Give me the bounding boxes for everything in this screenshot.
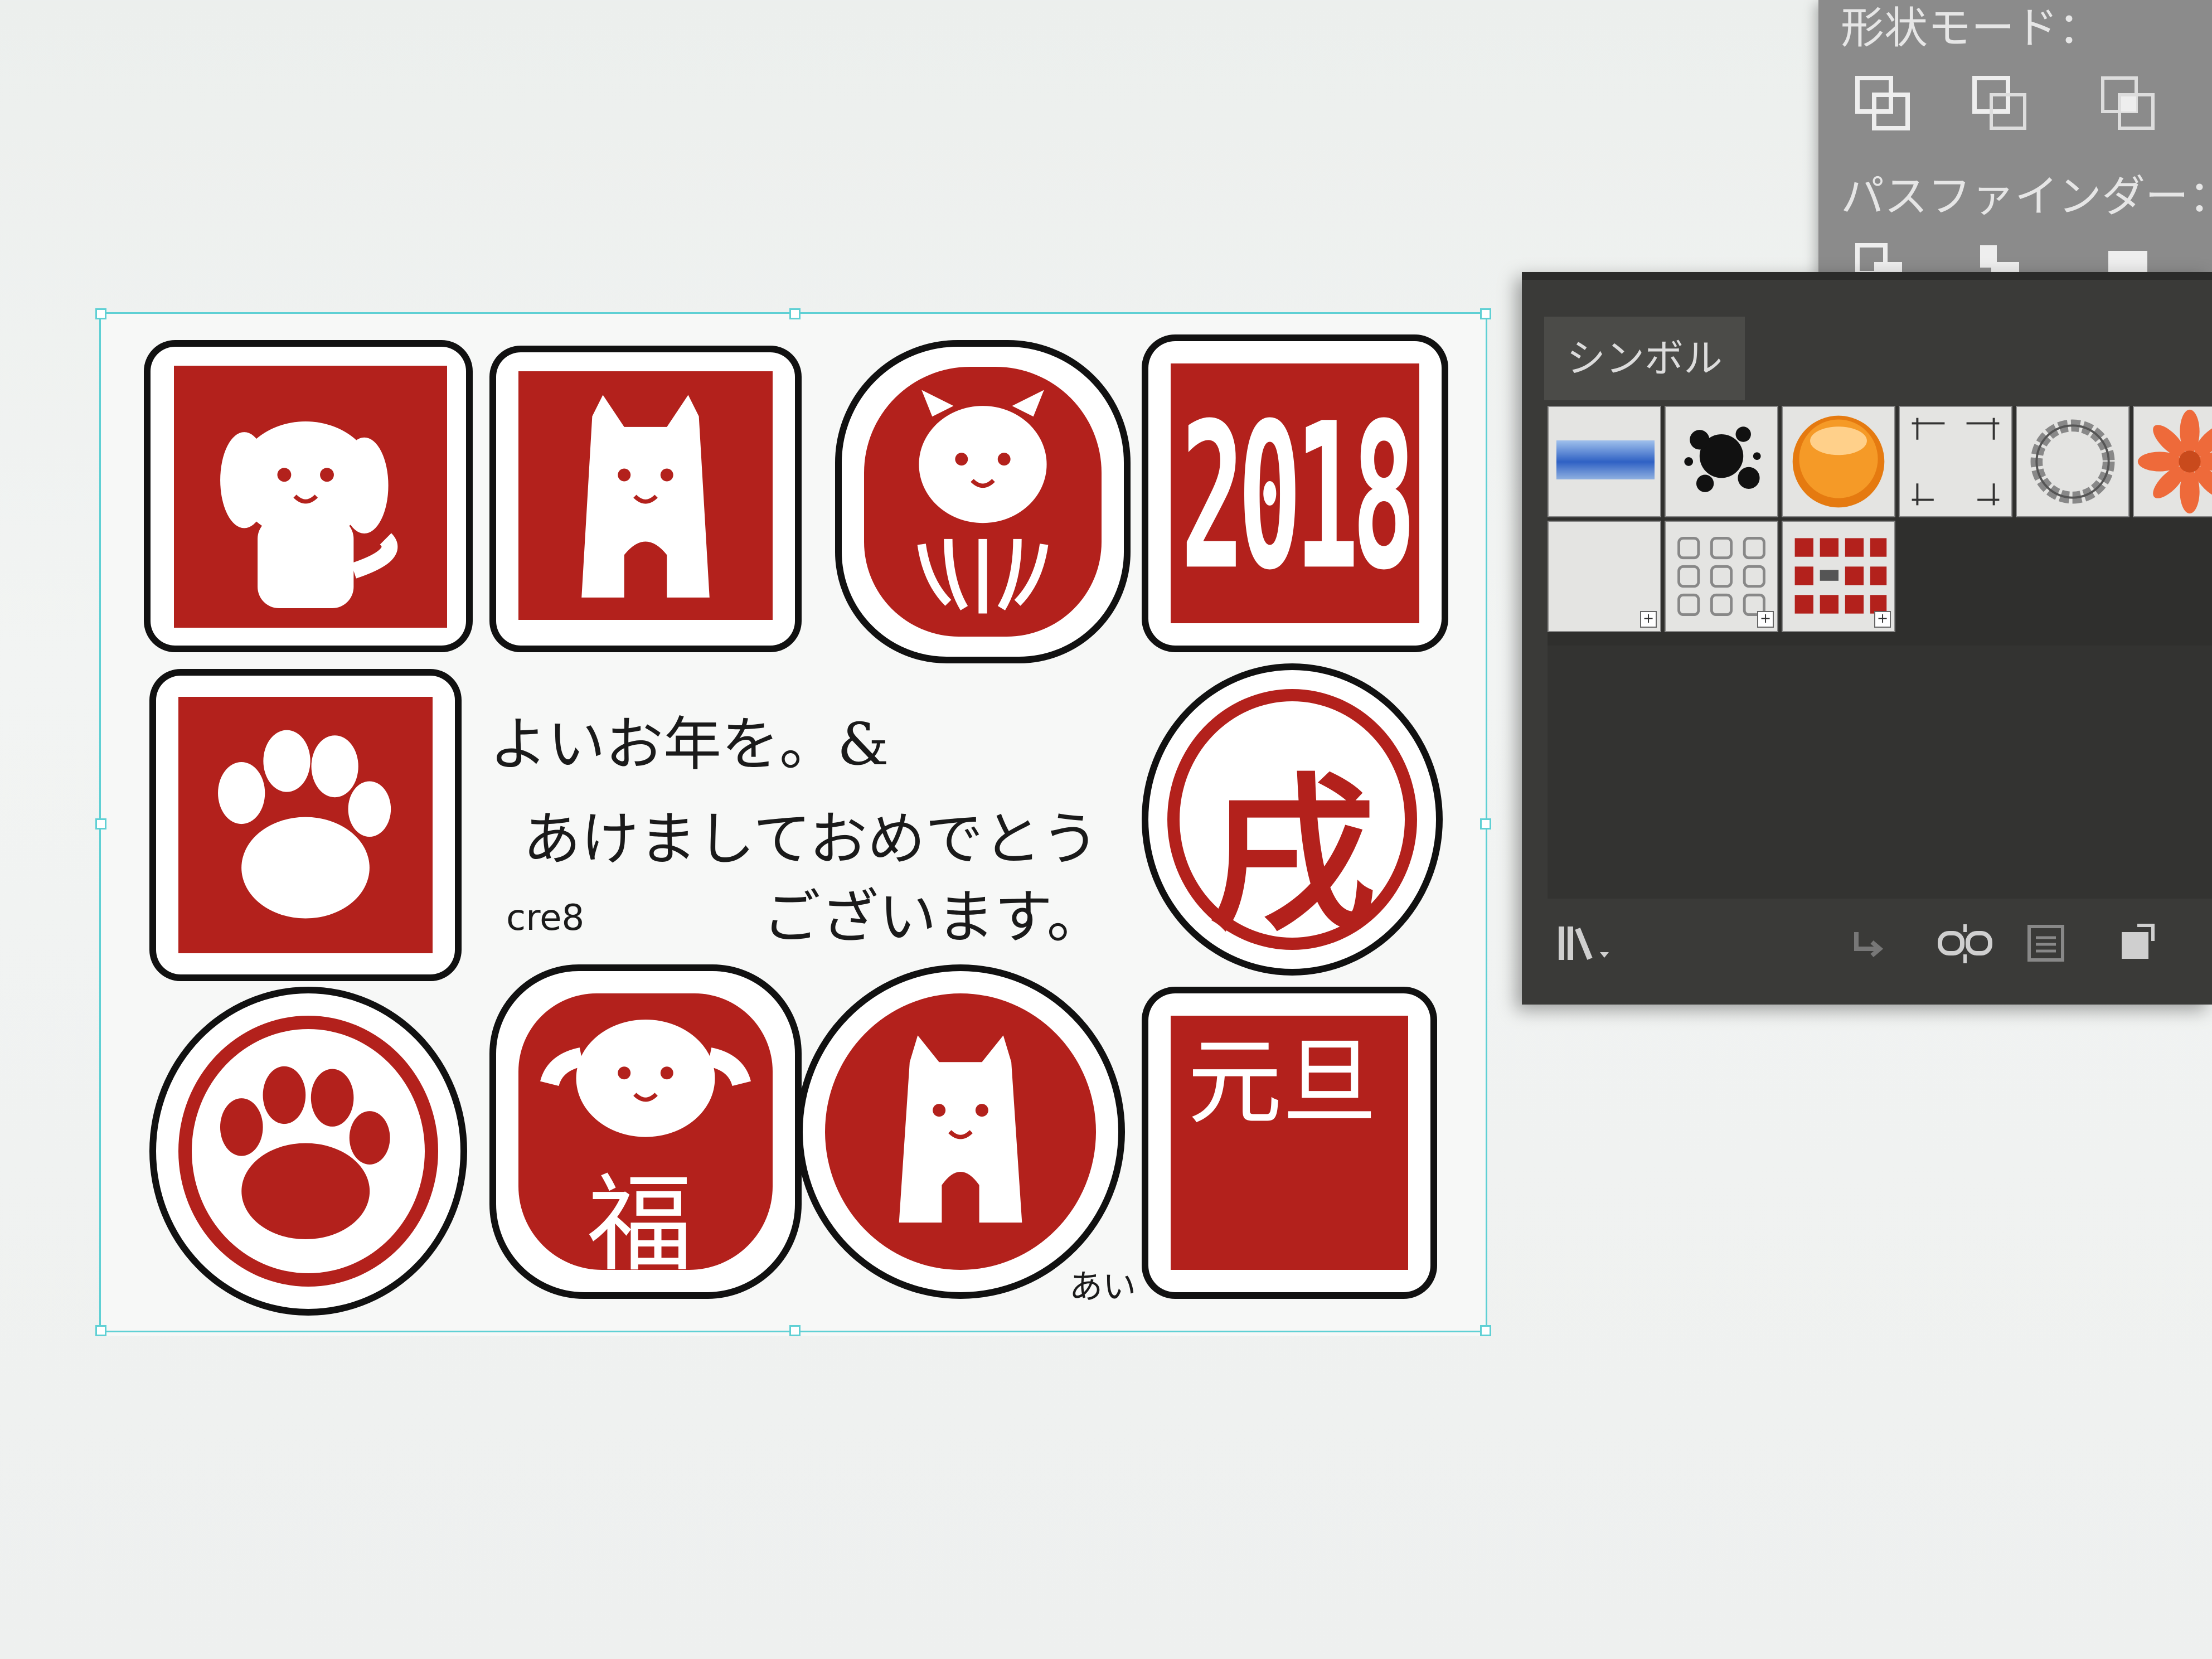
- ink-splatter-symbol[interactable]: [1665, 406, 1778, 517]
- pathfinder-label: パスファインダー：: [1841, 172, 2212, 222]
- resize-handle-top-right[interactable]: [1480, 308, 1491, 319]
- new-symbol-icon[interactable]: [2113, 921, 2157, 966]
- blank-symbol[interactable]: +: [1548, 521, 1661, 632]
- symbol-options-icon[interactable]: [2024, 921, 2068, 966]
- resize-handle-top[interactable]: [789, 308, 801, 319]
- resize-handle-top-left[interactable]: [95, 308, 106, 319]
- symbols-panel: シンボル + + +: [1522, 272, 2212, 1005]
- selection-bounding-box[interactable]: [95, 308, 1491, 1336]
- symbol-grid: + + +: [1548, 406, 2212, 646]
- break-link-icon[interactable]: [1934, 921, 1996, 966]
- symbols-panel-footer: [1522, 899, 2212, 993]
- intersect-icon[interactable]: [2097, 72, 2158, 134]
- tab-symbols[interactable]: シンボル: [1544, 317, 1745, 400]
- resize-handle-bottom-left[interactable]: [95, 1325, 106, 1336]
- unite-icon[interactable]: [1852, 72, 1913, 134]
- crop-marks-symbol[interactable]: [1899, 406, 2012, 517]
- symbol-library-menu-icon[interactable]: [1555, 921, 1622, 966]
- minus-front-icon[interactable]: [1969, 72, 2030, 134]
- orange-button-symbol[interactable]: [1782, 406, 1895, 517]
- pathfinder-panel: 形状モード： パスファインダー：: [1818, 0, 2212, 284]
- stamp-set-symbol[interactable]: +: [1782, 521, 1895, 632]
- flower-symbol[interactable]: [2133, 406, 2212, 517]
- grid-frames-symbol[interactable]: +: [1665, 521, 1778, 632]
- shape-mode-label: 形状モード：: [1841, 3, 2102, 54]
- resize-handle-bottom-right[interactable]: [1480, 1325, 1491, 1336]
- resize-handle-right[interactable]: [1480, 818, 1491, 830]
- resize-handle-bottom[interactable]: [789, 1325, 801, 1336]
- resize-handle-left[interactable]: [95, 818, 106, 830]
- place-symbol-icon[interactable]: [1845, 921, 1890, 966]
- blue-gradient-bar-symbol[interactable]: [1548, 406, 1661, 517]
- wreath-ring-symbol[interactable]: [2016, 406, 2129, 517]
